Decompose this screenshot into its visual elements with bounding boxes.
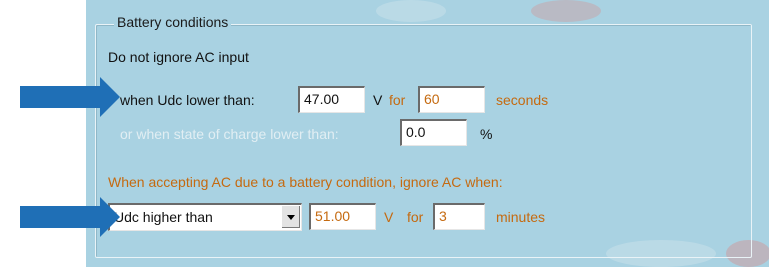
group-title: Battery conditions	[114, 13, 232, 31]
soc-input[interactable]: 0.0	[400, 119, 467, 146]
arrow-right-icon	[20, 197, 120, 237]
chevron-down-icon[interactable]	[281, 206, 300, 228]
ignore-voltage-unit: V	[384, 209, 394, 225]
ignore-time-input[interactable]: 3	[433, 203, 485, 230]
condition-select-value: Udc higher than	[114, 209, 213, 225]
udc-lower-time-input[interactable]: 60	[418, 86, 485, 113]
udc-lower-unit: V	[373, 92, 383, 108]
arrow-right-icon	[20, 77, 120, 117]
soc-lower-label: or when state of charge lower than:	[120, 126, 339, 142]
background-shape	[376, 0, 446, 22]
udc-lower-for-label: for	[389, 92, 406, 108]
udc-lower-input[interactable]: 47.00	[298, 86, 365, 113]
condition-select[interactable]: Udc higher than	[108, 203, 302, 231]
udc-lower-label: when Udc lower than:	[120, 92, 255, 108]
udc-lower-time-unit: seconds	[496, 92, 549, 108]
accept-ac-label: When accepting AC due to a battery condi…	[108, 174, 503, 190]
ignore-ac-label: Do not ignore AC input	[108, 49, 249, 65]
ignore-voltage-input[interactable]: 51.00	[309, 203, 376, 230]
ignore-for-label: for	[407, 209, 424, 225]
ignore-time-unit: minutes	[496, 209, 546, 225]
background-shape	[531, 0, 601, 22]
soc-unit: %	[480, 126, 493, 142]
